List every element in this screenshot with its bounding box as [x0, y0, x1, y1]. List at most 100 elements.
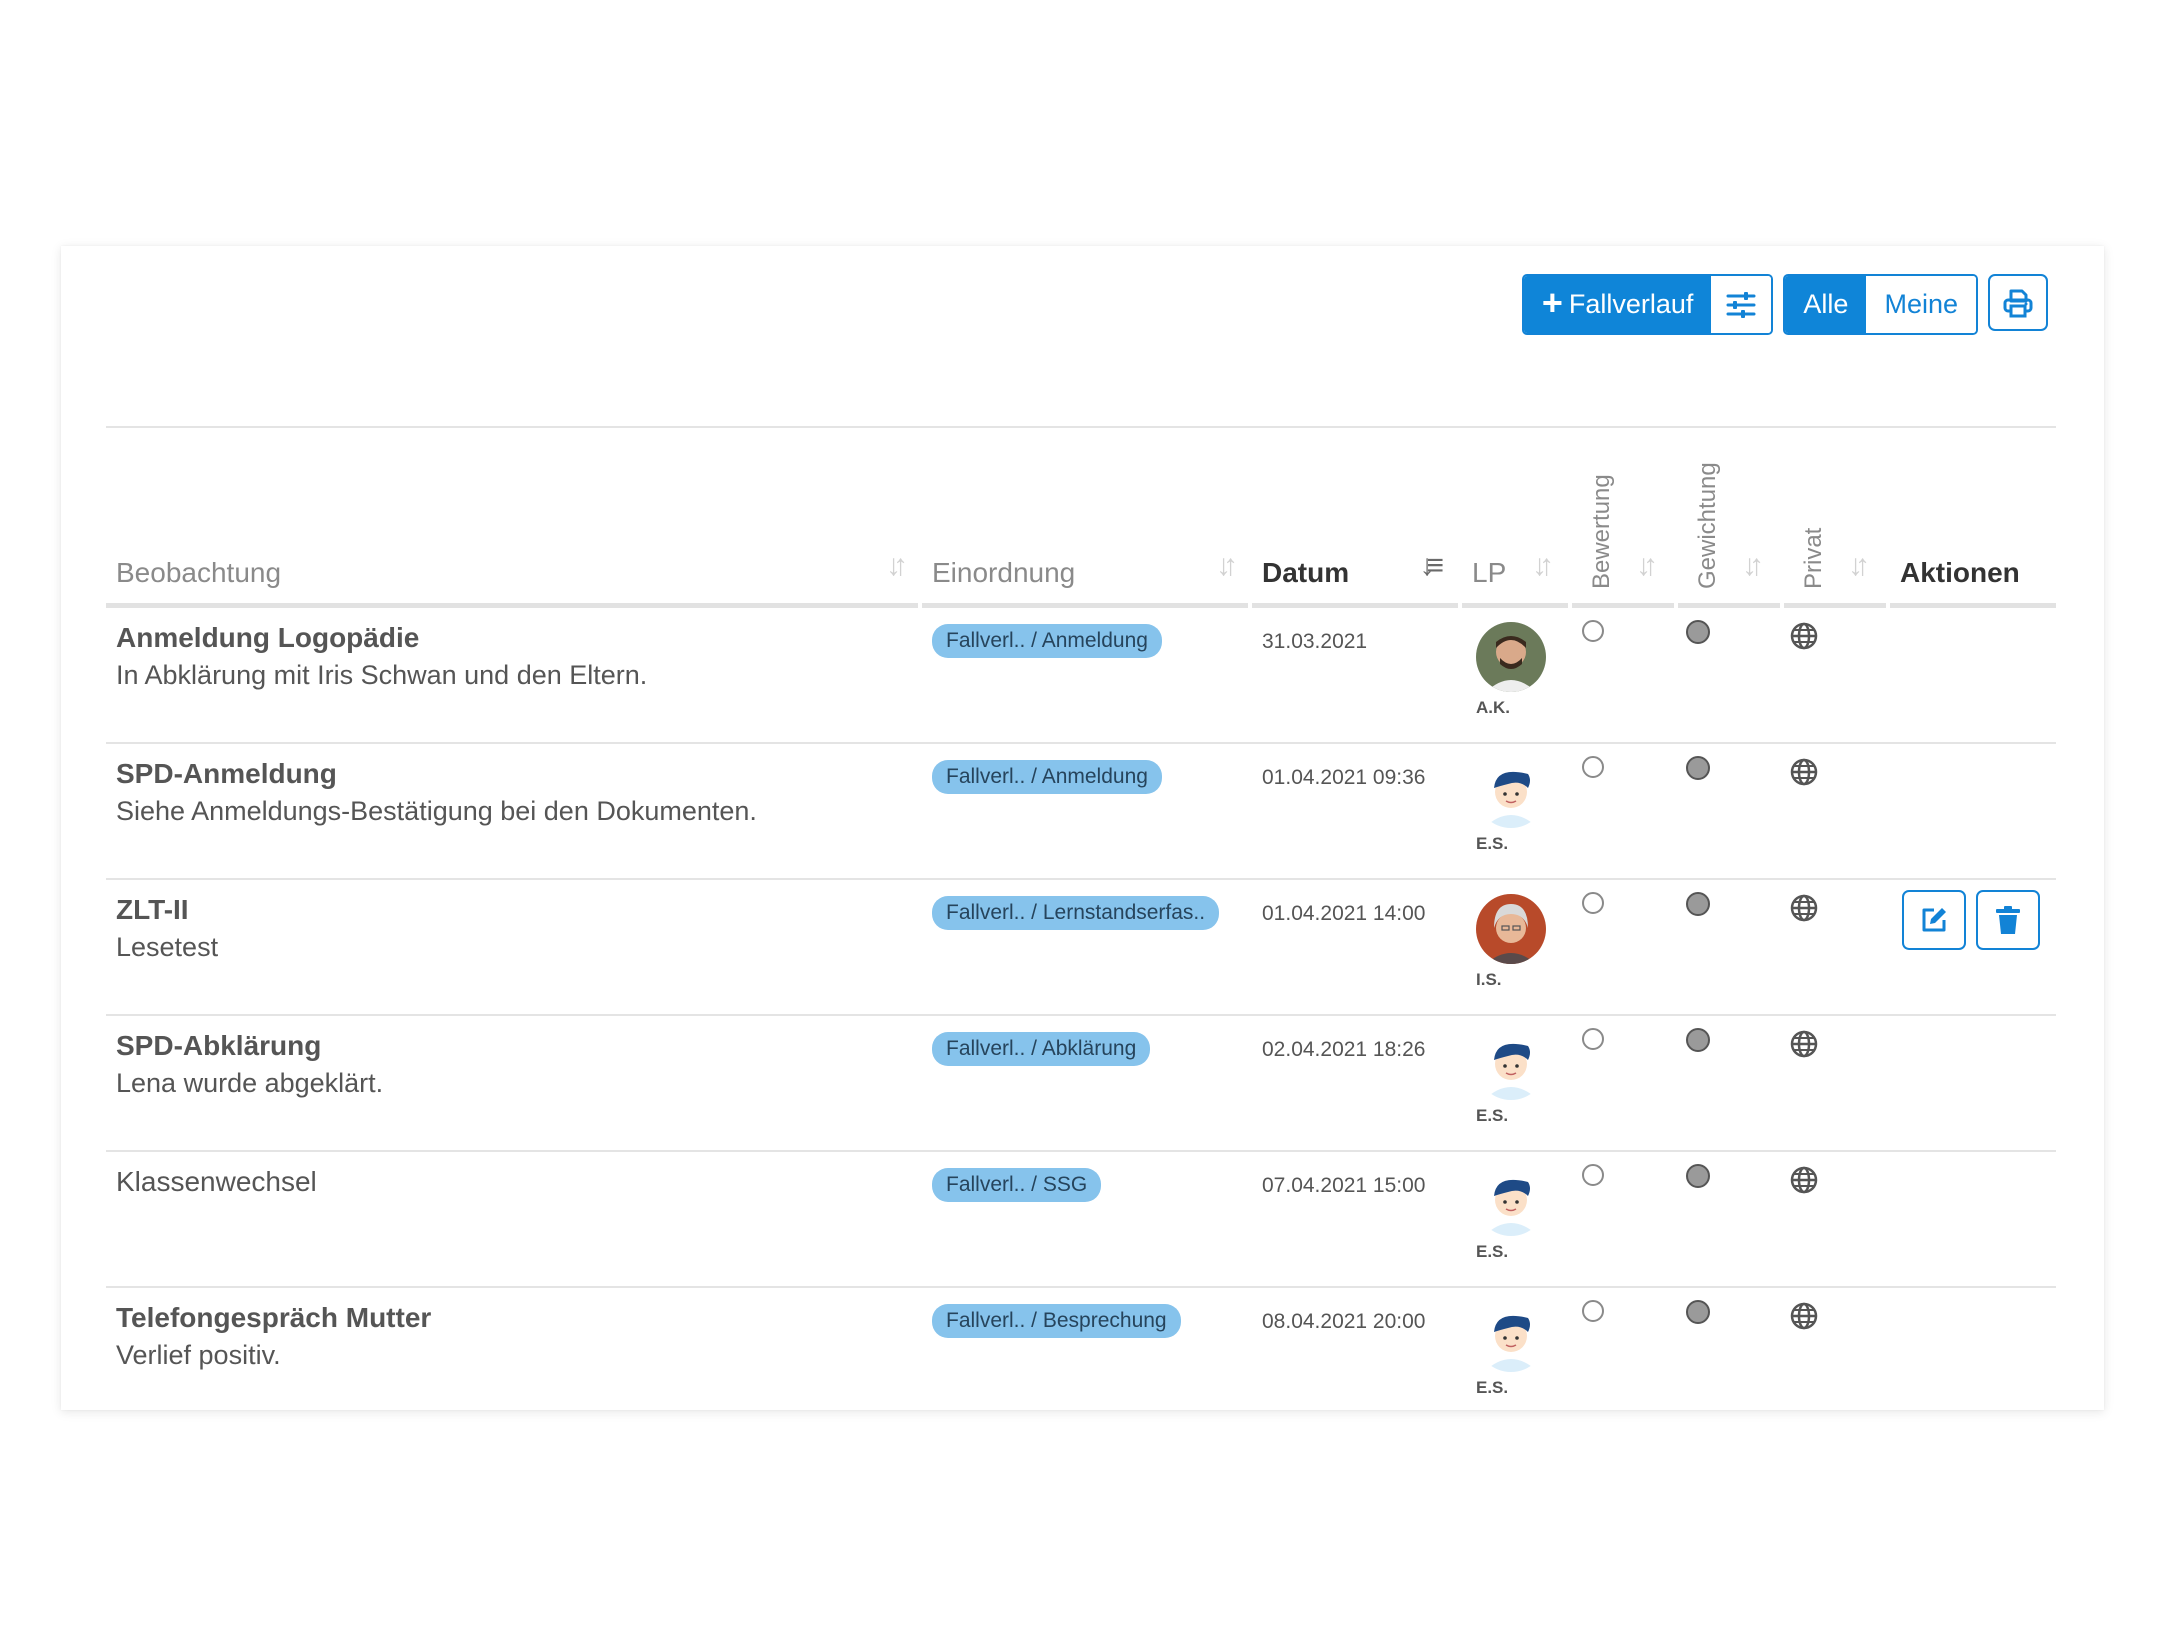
avatar [1476, 1030, 1546, 1100]
globe-icon[interactable] [1790, 1302, 1818, 1330]
column-aktionen: Aktionen [1890, 430, 2056, 608]
case-history-card: + Fallverlauf Alle Meine Beobachtung ↓↑ … [61, 246, 2104, 1410]
row-date: 08.04.2021 20:00 [1262, 1310, 1426, 1333]
trash-icon [1996, 906, 2021, 934]
observations-table: Beobachtung ↓↑ Einordnung ↓↑ Datum ↓≡ LP… [106, 426, 2056, 1422]
column-label: Einordnung [932, 557, 1076, 588]
filter-mine-button[interactable]: Meine [1866, 276, 1976, 333]
column-label: Datum [1262, 557, 1350, 588]
row-date: 01.04.2021 09:36 [1262, 766, 1426, 789]
table-row[interactable]: Telefongespräch Mutter Verlief positiv. … [106, 1288, 2056, 1422]
column-datum[interactable]: Datum ↓≡ [1252, 430, 1458, 608]
edit-icon [1922, 908, 1946, 932]
row-title: Anmeldung Logopädie [116, 622, 420, 653]
column-label: Aktionen [1900, 557, 2020, 588]
weight-indicator[interactable] [1686, 1028, 1710, 1052]
add-button-group: + Fallverlauf [1521, 274, 1774, 335]
column-einordnung[interactable]: Einordnung ↓↑ [922, 430, 1248, 608]
teacher-initials: E.S. [1476, 1242, 1509, 1261]
row-title: SPD-Abklärung [116, 1030, 322, 1061]
row-title: SPD-Anmeldung [116, 758, 337, 789]
beobachtung-cell: ZLT-II Lesetest [116, 880, 218, 963]
globe-icon[interactable] [1790, 894, 1818, 922]
table-row[interactable]: Klassenwechsel Fallverl.. / SSG 07.04.20… [106, 1152, 2056, 1288]
filter-toggle-group: Alle Meine [1783, 274, 1978, 335]
weight-indicator[interactable] [1686, 620, 1710, 644]
table-row[interactable]: SPD-Anmeldung Siehe Anmeldungs-Bestätigu… [106, 744, 2056, 880]
column-privat[interactable]: Privat ↓↑ [1784, 430, 1886, 608]
column-lp[interactable]: LP ↓↑ [1462, 430, 1568, 608]
table-header: Beobachtung ↓↑ Einordnung ↓↑ Datum ↓≡ LP… [106, 426, 2056, 608]
column-label: LP [1472, 557, 1507, 588]
teacher-cell: E.S. [1476, 1016, 1546, 1126]
row-description: Lesetest [116, 932, 219, 962]
teacher-cell: E.S. [1476, 1152, 1546, 1262]
weight-indicator[interactable] [1686, 756, 1710, 780]
column-gewichtung[interactable]: Gewichtung ↓↑ [1678, 430, 1780, 608]
column-label: Privat [1800, 527, 1827, 589]
category-badge[interactable]: Fallverl.. / Abklärung [932, 1032, 1151, 1066]
sliders-icon [1726, 291, 1756, 318]
beobachtung-cell: Klassenwechsel [116, 1152, 317, 1198]
category-badge[interactable]: Fallverl.. / Besprechung [932, 1304, 1181, 1338]
column-beobachtung[interactable]: Beobachtung ↓↑ [106, 430, 918, 608]
toolbar: + Fallverlauf Alle Meine [1521, 274, 2048, 335]
avatar [1476, 758, 1546, 828]
table-row[interactable]: Anmeldung Logopädie In Abklärung mit Iri… [106, 608, 2056, 744]
delete-button[interactable] [1976, 890, 2041, 950]
weight-indicator[interactable] [1686, 1164, 1710, 1188]
row-description: In Abklärung mit Iris Schwan und den Elt… [116, 660, 648, 690]
filter-all-button[interactable]: Alle [1785, 276, 1867, 333]
category-badge[interactable]: Fallverl.. / Anmeldung [932, 624, 1162, 658]
teacher-initials: A.K. [1476, 698, 1510, 717]
category-badge[interactable]: Fallverl.. / SSG [932, 1168, 1102, 1202]
sort-icon[interactable]: ↓↑ [1742, 549, 1764, 583]
column-label: Gewichtung [1694, 462, 1721, 589]
sort-icon[interactable]: ↓↑ [1532, 549, 1554, 583]
weight-indicator[interactable] [1686, 892, 1710, 916]
settings-sliders-button[interactable] [1711, 276, 1772, 333]
globe-icon[interactable] [1790, 758, 1818, 786]
row-date: 31.03.2021 [1262, 630, 1368, 653]
avatar [1476, 1166, 1546, 1236]
row-title: Telefongespräch Mutter [116, 1302, 432, 1333]
globe-icon[interactable] [1790, 1030, 1818, 1058]
globe-icon[interactable] [1790, 1166, 1818, 1194]
rating-radio[interactable] [1582, 756, 1604, 778]
teacher-initials: E.S. [1476, 1378, 1509, 1397]
row-description: Siehe Anmeldungs-Bestätigung bei den Dok… [116, 796, 757, 826]
row-date: 01.04.2021 14:00 [1262, 902, 1426, 925]
table-row[interactable]: ZLT-II Lesetest Fallverl.. / Lernstandse… [106, 880, 2056, 1016]
add-fallverlauf-button[interactable]: + Fallverlauf [1523, 276, 1712, 333]
sort-icon[interactable]: ↓↑ [1636, 549, 1658, 583]
beobachtung-cell: Telefongespräch Mutter Verlief positiv. [116, 1288, 431, 1371]
rating-radio[interactable] [1582, 1300, 1604, 1322]
teacher-initials: I.S. [1476, 970, 1502, 989]
avatar [1476, 894, 1546, 964]
rating-radio[interactable] [1582, 1028, 1604, 1050]
table-row[interactable]: SPD-Abklärung Lena wurde abgeklärt. Fall… [106, 1016, 2056, 1152]
print-icon [2003, 289, 2033, 317]
row-title: ZLT-II [116, 894, 189, 925]
sort-desc-icon[interactable]: ↓≡ [1419, 549, 1443, 583]
beobachtung-cell: SPD-Abklärung Lena wurde abgeklärt. [116, 1016, 383, 1099]
row-date: 02.04.2021 18:26 [1262, 1038, 1426, 1061]
rating-radio[interactable] [1582, 892, 1604, 914]
category-badge[interactable]: Fallverl.. / Lernstandserfas.. [932, 896, 1220, 930]
category-badge[interactable]: Fallverl.. / Anmeldung [932, 760, 1162, 794]
column-bewertung[interactable]: Bewertung ↓↑ [1572, 430, 1674, 608]
sort-icon[interactable]: ↓↑ [886, 549, 908, 583]
globe-icon[interactable] [1790, 622, 1818, 650]
weight-indicator[interactable] [1686, 1300, 1710, 1324]
sort-icon[interactable]: ↓↑ [1848, 549, 1870, 583]
rating-radio[interactable] [1582, 620, 1604, 642]
beobachtung-cell: SPD-Anmeldung Siehe Anmeldungs-Bestätigu… [116, 744, 757, 827]
row-title: Klassenwechsel [116, 1166, 317, 1197]
teacher-cell: A.K. [1476, 608, 1546, 718]
row-actions [1902, 880, 2046, 950]
add-fallverlauf-label: Fallverlauf [1568, 289, 1694, 319]
print-button[interactable] [1988, 274, 2048, 331]
rating-radio[interactable] [1582, 1164, 1604, 1186]
edit-button[interactable] [1902, 890, 1966, 950]
sort-icon[interactable]: ↓↑ [1216, 549, 1238, 583]
